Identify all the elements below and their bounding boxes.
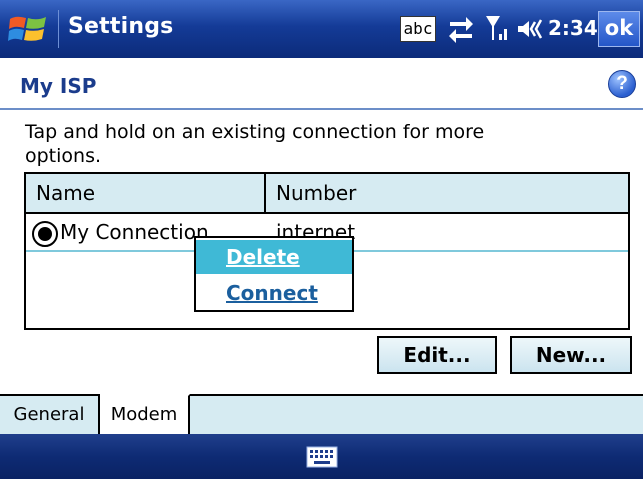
signal-icon[interactable] (484, 12, 510, 44)
soft-key-bar (0, 434, 643, 479)
edit-button[interactable]: Edit... (377, 336, 497, 374)
title-separator (58, 10, 59, 48)
new-button[interactable]: New... (510, 336, 632, 374)
column-header-name[interactable]: Name (26, 174, 266, 212)
keyboard-icon[interactable] (306, 446, 338, 468)
instructions-text: Tap and hold on an existing connection f… (25, 121, 485, 167)
connection-name: My Connection (60, 220, 209, 244)
app-title: Settings (68, 14, 174, 39)
title-bar: Settings abc 2:34 ok (0, 0, 643, 58)
volume-icon[interactable] (516, 14, 546, 44)
input-method-icon[interactable]: abc (400, 16, 436, 42)
tab-general[interactable]: General (0, 394, 100, 436)
page-title: My ISP (20, 74, 97, 98)
column-header-number[interactable]: Number (266, 174, 628, 212)
tab-strip: General Modem (0, 394, 643, 436)
menu-item-delete[interactable]: Delete (196, 240, 352, 274)
clock[interactable]: 2:34 (548, 16, 598, 40)
list-header: Name Number (26, 174, 628, 214)
tab-modem[interactable]: Modem (100, 394, 190, 436)
windows-start-icon[interactable] (6, 11, 52, 47)
ok-button[interactable]: ok (598, 11, 640, 47)
sync-icon[interactable] (446, 14, 476, 44)
menu-item-connect[interactable]: Connect (196, 276, 352, 310)
selected-radio-icon[interactable] (32, 221, 58, 247)
context-menu: Delete Connect (194, 236, 354, 312)
page-header: My ISP ? (0, 58, 643, 110)
help-icon[interactable]: ? (608, 70, 636, 98)
